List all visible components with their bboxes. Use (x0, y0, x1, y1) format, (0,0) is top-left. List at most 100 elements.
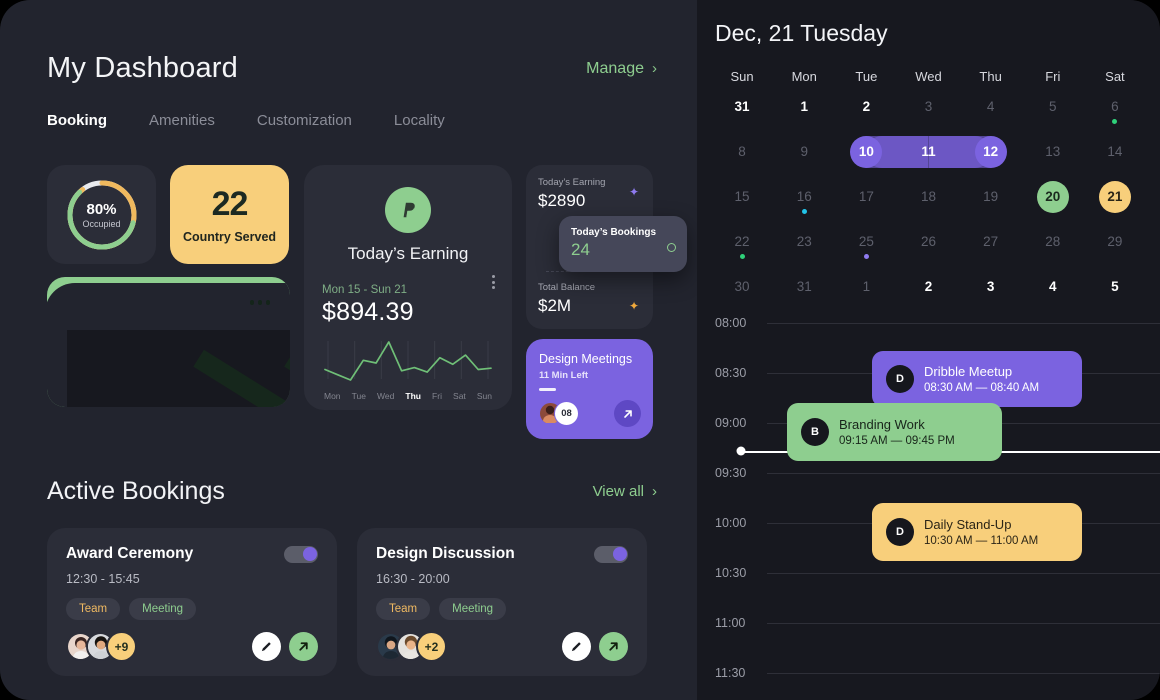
calendar-day-29[interactable]: 29 (1084, 219, 1146, 264)
booking-edit-button[interactable] (252, 632, 281, 661)
tag-team[interactable]: Team (376, 598, 431, 620)
dashboard-app: My Dashboard Manage › Booking Amenities … (0, 0, 1160, 700)
calendar-day-20[interactable]: 20 (1022, 174, 1084, 219)
avatar-overflow-count: +9 (106, 631, 137, 662)
calendar-day-23[interactable]: 23 (773, 219, 835, 264)
country-served-card[interactable]: 22 Country Served (170, 165, 289, 264)
calendar-day-number: 28 (1045, 234, 1061, 249)
tab-locality[interactable]: Locality (394, 112, 445, 132)
active-bookings-title: Active Bookings (47, 477, 225, 505)
timeline-time-label: 11:30 (715, 666, 746, 680)
dow-mon: Mon (791, 69, 817, 84)
event-avatar-initial: D (886, 518, 914, 546)
tag-team[interactable]: Team (66, 598, 121, 620)
calendar-day-16[interactable]: 16 (773, 174, 835, 219)
balance-card-menu-button[interactable] (249, 300, 270, 305)
design-meetings-title: Design Meetings (539, 352, 633, 366)
event-text: Dribble Meetup 08:30 AM — 08:40 AM (924, 364, 1039, 394)
calendar-day-number: 19 (983, 189, 999, 204)
calendar-day-1[interactable]: 1 (773, 84, 835, 129)
calendar-day-27[interactable]: 27 (960, 219, 1022, 264)
timeline-event-dribble-meetup[interactable]: D Dribble Meetup 08:30 AM — 08:40 AM (872, 351, 1082, 407)
timeline-time-label: 08:30 (715, 366, 747, 380)
tab-customization[interactable]: Customization (257, 112, 352, 132)
booking-card-award-ceremony[interactable]: Award Ceremony 12:30 - 15:45 Team Meetin… (47, 528, 337, 676)
calendar-day-21[interactable]: 21 (1084, 174, 1146, 219)
booking-card-design-discussion[interactable]: Design Discussion 16:30 - 20:00 Team Mee… (357, 528, 647, 676)
earning-menu-button[interactable] (492, 275, 495, 289)
occupancy-card[interactable]: 80% Occupied (47, 165, 156, 264)
dow-sat: Sat (1105, 69, 1125, 84)
booking-open-button[interactable] (599, 632, 628, 661)
calendar-day-12[interactable]: 12 (928, 129, 1022, 174)
tab-amenities[interactable]: Amenities (149, 112, 215, 132)
calendar-day-14[interactable]: 14 (1084, 129, 1146, 174)
calendar-day-31[interactable]: 31 (773, 264, 835, 309)
timeline-gridline (767, 323, 1160, 324)
occupancy-donut: 80% Occupied (64, 177, 140, 253)
calendar-day-number: 6 (1111, 99, 1119, 114)
event-text: Branding Work 09:15 AM — 09:45 PM (839, 417, 955, 447)
timeline-event-branding-work[interactable]: B Branding Work 09:15 AM — 09:45 PM (787, 403, 1002, 461)
calendar-day-2[interactable]: 2 (835, 84, 897, 129)
tick-sun: Sun (476, 391, 492, 401)
calendar-day-19[interactable]: 19 (960, 174, 1022, 219)
calendar-day-18[interactable]: 18 (897, 174, 959, 219)
booking-edit-button[interactable] (562, 632, 591, 661)
booking-title: Design Discussion (376, 545, 515, 562)
calendar-day-17[interactable]: 17 (835, 174, 897, 219)
calendar-day-30[interactable]: 30 (711, 264, 773, 309)
calendar-day-15[interactable]: 15 (711, 174, 773, 219)
design-meetings-card[interactable]: Design Meetings 11 Min Left 08 (526, 339, 653, 439)
balance-card[interactable]: $ 6421.50 Balance **** **** **** 3 6 6 7 (47, 277, 290, 407)
timeline-event-daily-stand-up[interactable]: D Daily Stand-Up 10:30 AM — 11:00 AM (872, 503, 1082, 561)
calendar-day-22[interactable]: 22 (711, 219, 773, 264)
calendar-week: 30 31 1 2 3 4 5 (711, 264, 1146, 309)
tab-bar: Booking Amenities Customization Locality (47, 112, 657, 132)
view-all-button[interactable]: View all › (593, 483, 657, 500)
calendar-day-1[interactable]: 1 (835, 264, 897, 309)
manage-button[interactable]: Manage › (586, 60, 657, 78)
event-avatar-initial: B (801, 418, 829, 446)
booking-toggle[interactable] (284, 545, 318, 563)
mini-earning-value: $2890 (538, 191, 586, 210)
calendar-day-number: 17 (858, 189, 874, 204)
calendar-day-9[interactable]: 9 (773, 129, 835, 174)
tag-meeting[interactable]: Meeting (439, 598, 507, 620)
calendar-day-6[interactable]: 6 (1084, 84, 1146, 129)
calendar-day-number: 20 (1036, 180, 1069, 213)
booking-toggle[interactable] (594, 545, 628, 563)
calendar-day-31[interactable]: 31 (711, 84, 773, 129)
calendar-day-2[interactable]: 2 (897, 264, 959, 309)
timeline-time-label: 09:00 (715, 416, 747, 430)
todays-earning-card[interactable]: Today’s Earning Mon 15 - Sun 21 $894.39 … (304, 165, 512, 410)
todays-bookings-value: 24 (571, 240, 590, 259)
calendar-day-5[interactable]: 5 (1084, 264, 1146, 309)
calendar-day-4[interactable]: 4 (1022, 264, 1084, 309)
booking-open-button[interactable] (289, 632, 318, 661)
calendar-day-number: 23 (796, 234, 812, 249)
calendar: Sun Mon Tue Wed Thu Fri Sat 31 1 2 3 4 5 6 8 9 10… (697, 69, 1160, 309)
tab-booking[interactable]: Booking (47, 112, 107, 132)
calendar-day-number: 31 (796, 279, 812, 294)
dashboard-header: My Dashboard Manage › (47, 52, 657, 85)
calendar-day-3[interactable]: 3 (897, 84, 959, 129)
calendar-day-5[interactable]: 5 (1022, 84, 1084, 129)
calendar-day-4[interactable]: 4 (960, 84, 1022, 129)
calendar-day-number: 15 (734, 189, 750, 204)
sparkline-chart (324, 341, 492, 381)
todays-bookings-floating-card[interactable]: Today’s Bookings 24 (559, 216, 687, 272)
mini-stat-stack: Today’s Earning $2890 ✦ Total Balance $2… (526, 165, 687, 439)
calendar-week: 8 9 10 11 12 13 14 (711, 129, 1146, 174)
design-meetings-open-button[interactable] (614, 400, 641, 427)
calendar-day-28[interactable]: 28 (1022, 219, 1084, 264)
tag-meeting[interactable]: Meeting (129, 598, 197, 620)
calendar-day-25[interactable]: 25 (835, 219, 897, 264)
todays-bookings-label: Today’s Bookings (571, 227, 657, 238)
calendar-day-26[interactable]: 26 (897, 219, 959, 264)
calendar-day-13[interactable]: 13 (1022, 129, 1084, 174)
calendar-day-8[interactable]: 8 (711, 129, 773, 174)
page-title: My Dashboard (47, 52, 238, 84)
view-all-label: View all (592, 483, 644, 500)
calendar-day-3[interactable]: 3 (960, 264, 1022, 309)
